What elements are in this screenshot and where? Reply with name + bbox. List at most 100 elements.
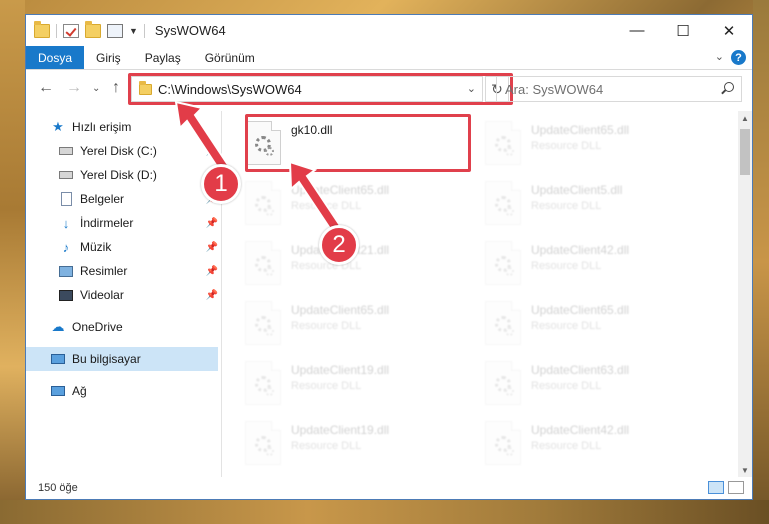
dll-file-icon xyxy=(245,361,281,405)
dll-file-icon xyxy=(485,421,521,465)
dll-file-icon xyxy=(245,301,281,345)
recent-locations-icon[interactable]: ⌄ xyxy=(92,83,100,94)
sidebar-item-label: Resimler xyxy=(80,264,128,278)
tab-dosya[interactable]: Dosya xyxy=(26,46,85,69)
drive-icon xyxy=(58,167,74,183)
dll-file-icon xyxy=(485,241,521,285)
file-highlight xyxy=(245,114,471,172)
sidebar-item-this-pc[interactable]: Bu bilgisayar xyxy=(26,347,218,371)
file-type: Resource DLL xyxy=(291,200,362,212)
tab-paylas[interactable]: Paylaş xyxy=(133,46,193,69)
file-item[interactable]: UpdateClient42.dll Resource DLL xyxy=(485,417,715,473)
close-button[interactable]: ✕ xyxy=(706,15,752,46)
file-item[interactable]: UpdateClient5.dll Resource DLL xyxy=(485,177,715,233)
dll-file-icon xyxy=(485,361,521,405)
sidebar-item-label: İndirmeler xyxy=(80,216,134,230)
title-bar: ▼ SysWOW64 — ☐ ✕ xyxy=(26,15,752,46)
navigation-pane: ★ Hızlı erişim Yerel Disk (C:) 📌 Yerel D… xyxy=(26,111,222,477)
vertical-scrollbar[interactable]: ▲ ▼ xyxy=(738,111,752,477)
search-icon[interactable] xyxy=(721,82,734,94)
file-item[interactable]: UpdateClient65.dll Resource DLL xyxy=(245,297,475,353)
details-view-icon[interactable] xyxy=(708,481,724,494)
address-bar[interactable]: C:\Windows\SysWOW64 ⌄ xyxy=(131,76,483,102)
file-item[interactable]: UpdateClient65.dll Resource DLL xyxy=(245,177,475,233)
file-name: UpdateClient42.dll xyxy=(531,243,630,257)
documents-icon xyxy=(58,191,74,207)
desktop-background-left xyxy=(0,0,25,524)
scroll-up-icon[interactable]: ▲ xyxy=(738,111,752,125)
file-name: UpdateClient65.dll xyxy=(531,123,630,137)
file-name: UpdateClient65.dll xyxy=(291,303,390,317)
back-button[interactable]: ← xyxy=(38,79,54,97)
sidebar-item-local-disk-d[interactable]: Yerel Disk (D:) 📌 xyxy=(58,163,218,187)
tab-giris[interactable]: Giriş xyxy=(84,46,133,69)
scroll-thumb[interactable] xyxy=(740,129,750,175)
view-buttons xyxy=(708,481,744,494)
folder-icon xyxy=(139,80,152,95)
quick-access-toolbar: ▼ SysWOW64 xyxy=(26,15,226,46)
pin-icon: 📌 xyxy=(205,145,218,157)
step-1-badge: 1 xyxy=(201,164,241,204)
tab-gorunum[interactable]: Görünüm xyxy=(193,46,267,69)
file-item[interactable]: UpdateClient63.dll Resource DLL xyxy=(485,357,715,413)
expand-ribbon-icon[interactable]: ⌄ xyxy=(715,50,724,63)
maximize-button[interactable]: ☐ xyxy=(660,15,706,46)
file-name: UpdateClient63.dll xyxy=(531,363,630,377)
file-name: UpdateClient19.dll xyxy=(291,363,390,377)
network-icon xyxy=(50,383,66,399)
sidebar-item-pictures[interactable]: Resimler 📌 xyxy=(58,259,218,283)
up-button[interactable]: ↑ xyxy=(112,79,120,97)
file-name: UpdateClient65.dll xyxy=(291,183,390,197)
dll-file-icon xyxy=(485,121,521,165)
pin-icon: 📌 xyxy=(205,241,218,253)
minimize-button[interactable]: — xyxy=(614,15,660,46)
file-item[interactable]: UpdateClient19.dll Resource DLL xyxy=(245,417,475,473)
sidebar-item-downloads[interactable]: ↓ İndirmeler 📌 xyxy=(58,211,218,235)
help-icon[interactable]: ? xyxy=(731,50,746,65)
new-folder-icon[interactable] xyxy=(85,20,101,38)
scroll-down-icon[interactable]: ▼ xyxy=(738,463,752,477)
sidebar-item-label: Ağ xyxy=(72,384,87,398)
file-item[interactable]: UpdateClient21.dll Resource DLL xyxy=(245,237,475,293)
ribbon-tabs: Dosya Giriş Paylaş Görünüm ⌄ ? xyxy=(26,46,752,70)
dll-file-icon xyxy=(485,301,521,345)
forward-button[interactable]: → xyxy=(66,79,82,97)
sidebar-item-onedrive[interactable]: ☁ OneDrive xyxy=(50,315,220,339)
status-bar: 150 öğe xyxy=(26,477,752,499)
search-input[interactable]: Ara: SysWOW64 xyxy=(496,76,742,102)
sidebar-item-documents[interactable]: Belgeler 📌 xyxy=(58,187,218,211)
sidebar-item-videos[interactable]: Videolar 📌 xyxy=(58,283,218,307)
dll-file-icon xyxy=(245,241,281,285)
sidebar-item-label: Videolar xyxy=(80,288,124,302)
file-item[interactable]: UpdateClient42.dll Resource DLL xyxy=(485,237,715,293)
address-path[interactable]: C:\Windows\SysWOW64 xyxy=(158,82,302,97)
dll-file-icon xyxy=(245,421,281,465)
file-item[interactable]: UpdateClient19.dll Resource DLL xyxy=(245,357,475,413)
file-name: UpdateClient19.dll xyxy=(291,423,390,437)
computer-icon xyxy=(50,351,66,367)
sidebar-item-label: Hızlı erişim xyxy=(72,120,132,134)
file-name: UpdateClient65.dll xyxy=(531,303,630,317)
sidebar-item-network[interactable]: Ağ xyxy=(50,379,220,403)
address-dropdown-icon[interactable]: ⌄ xyxy=(467,82,476,95)
file-type: Resource DLL xyxy=(531,260,602,272)
properties-icon[interactable] xyxy=(63,23,79,38)
separator xyxy=(143,23,145,38)
file-type: Resource DLL xyxy=(531,320,602,332)
file-item[interactable]: UpdateClient65.dll Resource DLL xyxy=(485,297,715,353)
download-icon: ↓ xyxy=(62,215,70,231)
window-controls: — ☐ ✕ xyxy=(614,15,752,46)
customize-toolbar-icon[interactable] xyxy=(107,23,123,38)
sidebar-item-label: Belgeler xyxy=(80,192,125,206)
sidebar-item-quick-access[interactable]: ★ Hızlı erişim xyxy=(50,115,220,139)
sidebar-item-label: Yerel Disk (C:) xyxy=(80,144,157,158)
sidebar-item-local-disk-c[interactable]: Yerel Disk (C:) 📌 xyxy=(58,139,218,163)
file-item[interactable]: UpdateClient65.dll Resource DLL xyxy=(485,117,715,173)
file-type: Resource DLL xyxy=(531,380,602,392)
sidebar-item-label: Bu bilgisayar xyxy=(72,352,141,366)
address-row: ← → ⌄ ↑ C:\Windows\SysWOW64 ⌄ ↻ Ara: Sys… xyxy=(26,73,752,105)
sidebar-item-music[interactable]: ♪ Müzik 📌 xyxy=(58,235,218,259)
large-icons-view-icon[interactable] xyxy=(728,481,744,494)
step-2-badge: 2 xyxy=(319,225,359,265)
qat-dropdown-icon[interactable]: ▼ xyxy=(129,26,138,36)
